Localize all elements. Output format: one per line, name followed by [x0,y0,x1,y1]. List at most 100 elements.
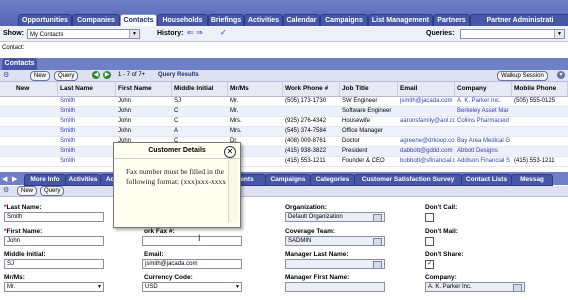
form-query-button[interactable]: Query [40,186,65,196]
company-field[interactable]: A. K. Parker Inc. [425,282,525,292]
cell-email[interactable]: agreene@drkoop.com [398,137,455,146]
cell-company[interactable]: A. K. Parker Inc. [455,97,512,106]
column-header[interactable]: Work Phone # [283,82,340,96]
nav-tab-companies[interactable]: Companies [72,14,120,26]
cell-email[interactable] [398,107,455,116]
cell-last[interactable]: Smith [58,97,116,106]
column-header[interactable]: Last Name [58,82,116,96]
cell-last[interactable]: Smith [58,127,116,136]
table-row[interactable]: Smith John SJ Mr. (505) 173-1730 SW Engineer j… [0,97,568,107]
history-label: History: [157,30,184,37]
cell-company[interactable]: Bay Area Medical G [455,137,512,146]
manager-first-name-field[interactable] [285,282,385,292]
cell-company[interactable] [455,127,512,136]
new-button[interactable]: New [30,71,51,81]
collapse-icon[interactable]: ▾ [557,71,565,79]
first-name-field[interactable]: John [4,236,104,246]
column-header[interactable]: Mr/Ms [228,82,283,96]
column-header[interactable]: Job Title [340,82,398,96]
show-select[interactable]: My Contacts ▼ [27,29,140,39]
nav-tab-calendar[interactable]: Calendar [283,14,320,26]
dont-call-checkbox[interactable] [425,213,434,222]
column-header[interactable]: Email [398,82,455,96]
cell-company[interactable]: Berkeley Asset Mar [455,107,512,116]
cell-email[interactable] [398,127,455,136]
detail-tab[interactable]: Customer Satisfaction Survey [354,174,462,186]
middle-initial-field[interactable]: SJ [4,259,104,269]
last-name-field[interactable]: Smith [4,212,104,222]
next-page-icon[interactable]: ▶ [103,71,111,79]
cell-company[interactable]: Addison Financial S [455,157,512,166]
prev-page-icon[interactable]: ◀ [92,71,100,79]
tab-scroll-left-icon[interactable]: ◀ [2,175,7,183]
menu-gear-icon[interactable]: ⚙ [3,186,9,194]
column-header[interactable]: Middle Initial [172,82,228,96]
popup-message: Fax number must be filled in the followi… [126,167,226,186]
nav-tab-campaigns[interactable]: Campaigns [320,14,368,26]
table-row[interactable]: Smith John C Mr. Software Engineer Berkeley A… [0,107,568,117]
detail-tab[interactable]: Categories [310,174,355,186]
table-row[interactable]: SmithJohnCMrs.(415) 938-3822Presidentdab… [0,147,568,157]
cell-last[interactable]: Smith [58,107,116,116]
manager-last-name-field[interactable] [285,259,385,269]
menu-gear-icon[interactable]: ⚙ [3,71,9,79]
cell-email[interactable]: jsmith@jacada.com [398,97,455,106]
cell-last[interactable]: Smith [58,117,116,126]
column-header[interactable]: First Name [116,82,172,96]
cell-mobile [512,117,568,126]
mrms-select[interactable]: Mr. ▼ [4,282,104,292]
nav-tab-opportunities[interactable]: Opportunities [18,14,72,26]
work-fax-field[interactable] [142,236,242,246]
nav-tab-list-management[interactable]: List Management [368,14,433,26]
detail-tab[interactable]: Campaigns [265,174,311,186]
cell-email[interactable]: aaronsfamily@aol.com [398,117,455,126]
detail-tab[interactable]: Activities [65,174,101,186]
nav-tab-contacts[interactable]: Contacts [120,14,157,26]
close-icon[interactable]: ✕ [224,146,236,158]
cell-last[interactable]: Smith [58,157,116,166]
column-header[interactable]: Company [455,82,512,96]
pick-icon[interactable] [513,284,522,291]
table-row[interactable]: Smith John A Mrs. (545) 374-7584 Office Manag… [0,127,568,137]
column-header[interactable]: Mobile Phone [512,82,568,96]
organization-field[interactable]: Default Organization [285,212,385,222]
cell-last[interactable]: Smith [58,137,116,146]
table-row[interactable]: Smith John C Mrs. (925) 276-4342 Housewife aar… [0,117,568,127]
column-header[interactable]: New [0,82,58,96]
cell-company[interactable]: Abbott Designs [455,147,512,156]
cell-middle: C [174,118,179,124]
cell-last[interactable]: Smith [58,147,116,156]
currency-select[interactable]: USD ▼ [142,282,242,292]
pick-icon[interactable] [373,261,382,268]
tab-scroll-right-icon[interactable]: ▶ [12,175,17,183]
cell-company[interactable]: Collins Pharmaceut [455,117,512,126]
forward-arrow-icon[interactable]: ⇒ [196,28,203,37]
detail-tab[interactable]: Messag [511,174,553,186]
query-button[interactable]: Query [54,71,79,81]
form-new-button[interactable]: New [17,186,38,196]
edit-check-icon[interactable]: ✓ [220,28,227,37]
nav-tab-activities[interactable]: Activities [244,14,283,26]
popup-scrollbar[interactable] [228,160,238,223]
table-row[interactable]: SmithJohnMr.(415) 553-1211Founder & CEOb… [0,157,568,167]
pick-icon[interactable] [373,238,382,245]
cell-email[interactable]: dabbott@gddd.com [398,147,455,156]
nav-tab-briefings[interactable]: Briefings [208,14,244,26]
detail-tab[interactable]: Contact Lists [461,174,512,186]
contacts-applet-tab[interactable]: Contacts [2,58,37,70]
email-field[interactable]: jsmith@jacada.com [142,259,242,269]
middle-initial-label: Middle Initial: [4,251,46,258]
back-arrow-icon[interactable]: ⇐ [187,28,194,37]
queries-select[interactable]: ▼ [460,29,565,39]
pick-icon[interactable] [373,214,382,221]
coverage-team-field[interactable]: SADMIN [285,236,385,246]
walkup-session-button[interactable]: Walkup Session [497,71,548,81]
nav-tab-partner-administrati[interactable]: Partner Administrati [470,14,568,26]
detail-tab[interactable]: More Info [24,174,66,186]
nav-tab-partners[interactable]: Partners [433,14,470,26]
nav-tab-households[interactable]: Households [157,14,208,26]
dont-share-checkbox[interactable]: ✓ [425,260,434,269]
dont-mail-checkbox[interactable] [425,237,434,246]
cell-email[interactable]: bobbott@sfinancial.com [398,157,455,166]
table-row[interactable]: Smith John C Dr. (408) 009-8761 Doctor agreene… [0,137,568,147]
